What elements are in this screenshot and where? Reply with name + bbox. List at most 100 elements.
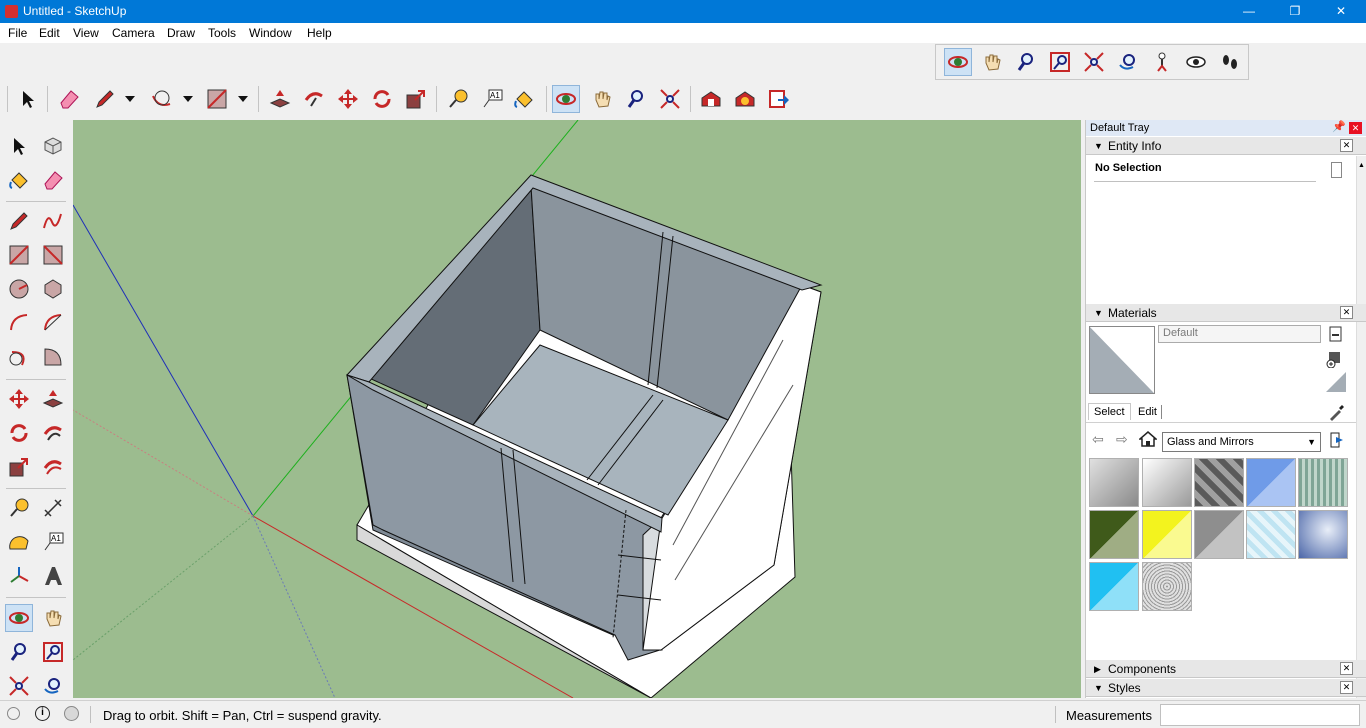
protractor-side-button[interactable] [5,528,33,556]
orbit-tool-button[interactable] [552,85,580,113]
arc-tool-button[interactable] [148,85,176,113]
shape-dropdown-icon[interactable] [238,92,248,106]
arc-dropdown-icon[interactable] [183,92,193,106]
scroll-up-icon[interactable]: ▲ [1358,162,1366,174]
user-account-icon[interactable] [64,706,79,721]
material-library-select[interactable]: Glass and Mirrors ▼ [1162,432,1321,452]
walk-button[interactable] [1216,48,1244,76]
paint-bucket-side-button[interactable] [5,166,33,194]
freehand-side-button[interactable] [39,207,67,235]
text-tool-button[interactable]: A1 [478,85,506,113]
follow-me-button[interactable] [300,85,328,113]
menu-draw[interactable]: Draw [167,26,195,40]
swatch-blue-translucent[interactable] [1246,458,1296,507]
previous-view-side-button[interactable] [39,672,67,700]
components-close-icon[interactable]: ✕ [1340,662,1353,675]
polygon-side-button[interactable] [39,275,67,303]
swatch-yellow[interactable] [1142,510,1192,559]
line-dropdown-icon[interactable] [125,92,135,106]
zoom-window-button[interactable] [1046,48,1074,76]
tray-close-icon[interactable]: ✕ [1349,122,1362,134]
orbit-side-button[interactable] [5,604,33,632]
tray-scrollbar[interactable]: ▲ [1356,156,1366,698]
maximize-button[interactable]: ❐ [1272,0,1318,23]
orbit-button[interactable] [944,48,972,76]
look-around-button[interactable] [1182,48,1210,76]
menu-window[interactable]: Window [249,26,292,40]
2-point-arc-side-button[interactable] [39,309,67,337]
tape-measure-side-button[interactable] [5,494,33,522]
previous-view-button[interactable] [1114,48,1142,76]
menu-file[interactable]: File [8,26,27,40]
info-icon[interactable]: i [35,706,50,721]
text-side-button[interactable]: A1 [39,528,67,556]
tab-edit[interactable]: Edit [1134,405,1162,419]
back-arrow-icon[interactable]: ⇦ [1092,431,1104,448]
zoom-button[interactable] [1012,48,1040,76]
details-arrow-icon[interactable] [1330,432,1344,451]
circle-side-button[interactable] [5,275,33,303]
position-camera-button[interactable] [1148,48,1176,76]
swatch-frosted[interactable] [1142,562,1192,611]
push-pull-side-button[interactable] [39,385,67,413]
3d-warehouse-button[interactable] [697,85,725,113]
materials-close-icon[interactable]: ✕ [1340,306,1353,319]
line-tool-button[interactable] [91,85,119,113]
menu-view[interactable]: View [73,26,99,40]
zoom-side-button[interactable] [5,638,33,666]
styles-header[interactable]: ▼ Styles ✕ [1086,679,1366,697]
pan-tool-button[interactable] [588,85,616,113]
pan-side-button[interactable] [39,604,67,632]
3d-text-side-button[interactable] [39,562,67,590]
default-material-icon[interactable] [1326,372,1346,392]
swatch-light-blue-pattern[interactable] [1246,510,1296,559]
swatch-cyan[interactable] [1089,562,1139,611]
entity-info-header[interactable]: ▼ Entity Info ✕ [1086,137,1366,155]
tape-measure-button[interactable] [444,85,472,113]
move-side-button[interactable] [5,385,33,413]
axes-side-button[interactable] [5,562,33,590]
swatch-gray[interactable] [1194,510,1244,559]
select-tool-button[interactable] [14,85,42,113]
follow-me-side-button[interactable] [39,419,67,447]
move-tool-button[interactable] [334,85,362,113]
offset-side-button[interactable] [39,453,67,481]
forward-arrow-icon[interactable]: ⇨ [1116,431,1128,448]
line-side-button[interactable] [5,207,33,235]
styles-close-icon[interactable]: ✕ [1340,681,1353,694]
paint-bucket-button[interactable] [510,85,538,113]
swatch-glass-clear[interactable] [1142,458,1192,507]
tab-select[interactable]: Select [1088,403,1131,420]
scale-side-button[interactable] [5,453,33,481]
push-pull-button[interactable] [266,85,294,113]
entity-info-toggle-icon[interactable] [1331,162,1342,178]
material-name-field[interactable]: Default [1158,325,1321,343]
zoom-extents-button[interactable] [1080,48,1108,76]
home-icon[interactable] [1138,431,1158,450]
menu-camera[interactable]: Camera [112,26,155,40]
swatch-sky-reflection[interactable] [1298,510,1348,559]
rotated-rectangle-side-button[interactable] [39,241,67,269]
entity-info-close-icon[interactable]: ✕ [1340,139,1353,152]
modeling-viewport[interactable] [73,120,1081,698]
swatch-glass-block[interactable] [1194,458,1244,507]
rectangle-side-button[interactable] [5,241,33,269]
send-to-layout-button[interactable] [765,85,793,113]
menu-help[interactable]: Help [307,26,332,40]
swatch-dark-green[interactable] [1089,510,1139,559]
pin-icon[interactable]: 📌 [1332,120,1346,133]
geo-location-icon[interactable] [7,707,20,720]
sample-paint-icon[interactable] [1327,403,1345,424]
menu-edit[interactable]: Edit [39,26,60,40]
dimension-side-button[interactable] [39,494,67,522]
measurements-input[interactable] [1160,704,1360,726]
zoom-window-side-button[interactable] [39,638,67,666]
rotate-side-button[interactable] [5,419,33,447]
create-material-icon[interactable] [1326,350,1344,369]
minimize-button[interactable]: — [1226,0,1272,23]
eraser-tool-button[interactable] [55,85,83,113]
close-button[interactable]: ✕ [1318,0,1364,23]
select-tool-side-button[interactable] [5,132,33,160]
zoom-extents-tool-button[interactable] [656,85,684,113]
swatch-green-textured[interactable] [1298,458,1348,507]
